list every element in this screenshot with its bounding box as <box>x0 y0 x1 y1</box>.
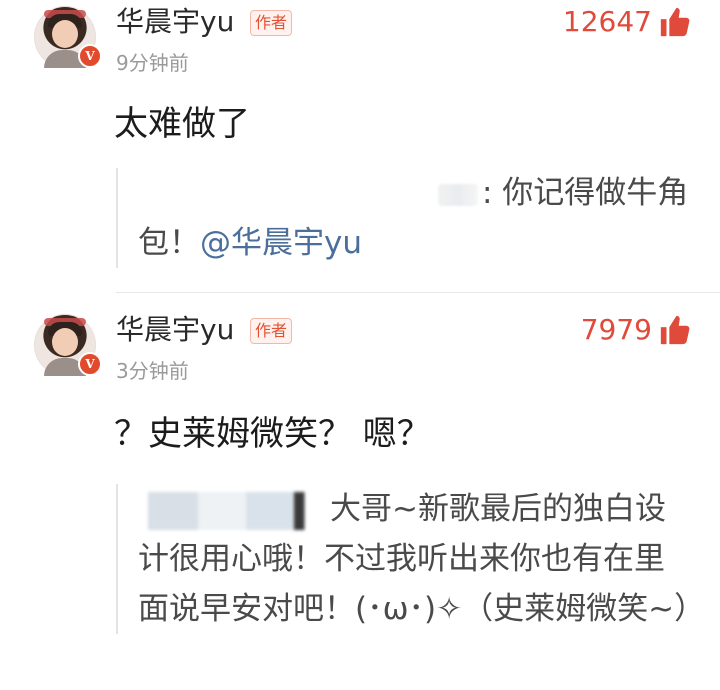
author-tag: 作者 <box>250 10 293 36</box>
quoted-reply[interactable]: : 你记得做牛角包！@华晨宇yu <box>116 168 694 268</box>
comment-text: 太难做了 <box>114 104 250 144</box>
timestamp: 3分钟前 <box>116 359 189 383</box>
username[interactable]: 华晨宇yu <box>116 310 234 350</box>
comment-item: V 华晨宇yu 作者 9分钟前 12647 太难做了 : 你记得做牛角包！@华晨… <box>0 0 720 293</box>
avatar-face <box>52 20 78 48</box>
quoted-reply[interactable]: 大哥~新歌最后的独白设计很用心哦！不过我听出来你也有在里面说早安对吧！(･ω･)… <box>116 484 705 634</box>
username[interactable]: 华晨宇yu <box>116 2 234 42</box>
comment-text: ？史莱姆微笑？ 嗯？ <box>114 414 431 454</box>
like-count: 12647 <box>562 5 652 38</box>
author-tag: 作者 <box>250 318 293 344</box>
thumbs-up-icon <box>660 315 690 345</box>
comment-item: V 华晨宇yu 作者 3分钟前 7979 ？史莱姆微笑？ 嗯？ 大哥~新歌最后的… <box>0 308 720 690</box>
verified-badge-icon: V <box>78 352 102 376</box>
verified-badge-icon: V <box>78 44 102 68</box>
avatar-face <box>52 328 78 356</box>
like-button[interactable]: 7979 <box>581 310 692 350</box>
thumbs-up-icon <box>660 7 690 37</box>
mention-link[interactable]: @华晨宇yu <box>200 225 362 261</box>
blurred-username <box>148 491 326 530</box>
divider <box>116 292 720 293</box>
like-button[interactable]: 12647 <box>563 2 692 42</box>
blurred-username <box>438 183 478 206</box>
like-count: 7979 <box>580 313 652 346</box>
timestamp: 9分钟前 <box>116 51 189 75</box>
